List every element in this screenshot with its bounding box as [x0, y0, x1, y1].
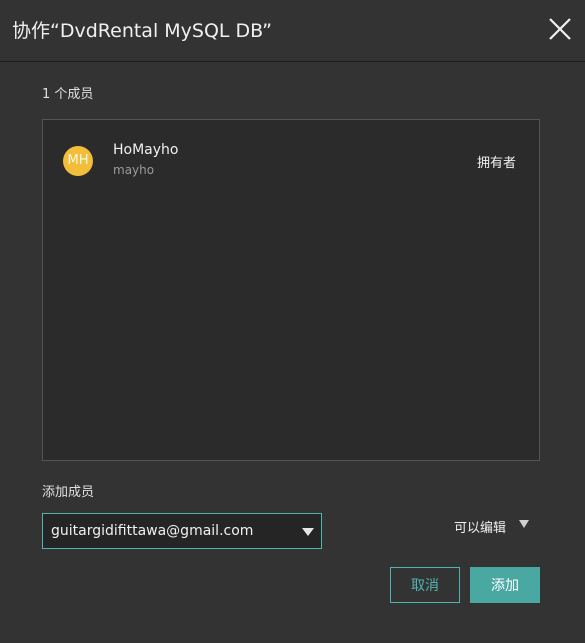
- caret-down-icon: [519, 520, 529, 528]
- member-role: 拥有者: [477, 156, 517, 171]
- member-count: 1 个成员: [42, 87, 94, 102]
- email-select[interactable]: guitargidifittawa@gmail.com: [42, 513, 322, 549]
- cancel-button[interactable]: 取消: [390, 567, 460, 603]
- add-button[interactable]: 添加: [470, 567, 540, 603]
- member-name: HoMayho: [113, 142, 179, 158]
- collaboration-dialog: 协作“DvdRental MySQL DB” 1 个成员 MH HoMayho …: [0, 0, 585, 643]
- list-item: MH HoMayho mayho 拥有者: [43, 120, 539, 200]
- close-icon[interactable]: [544, 13, 576, 45]
- dialog-title: 协作“DvdRental MySQL DB”: [12, 20, 273, 42]
- permission-value: 可以编辑: [454, 521, 507, 536]
- caret-down-icon: [302, 528, 314, 536]
- dialog-header: 协作“DvdRental MySQL DB”: [0, 0, 585, 62]
- member-username: mayho: [113, 163, 155, 177]
- avatar: MH: [63, 146, 93, 176]
- member-list: MH HoMayho mayho 拥有者: [42, 119, 540, 461]
- add-member-label: 添加成员: [42, 485, 95, 500]
- email-value: guitargidifittawa@gmail.com: [51, 523, 254, 539]
- permission-select[interactable]: 可以编辑: [452, 514, 536, 538]
